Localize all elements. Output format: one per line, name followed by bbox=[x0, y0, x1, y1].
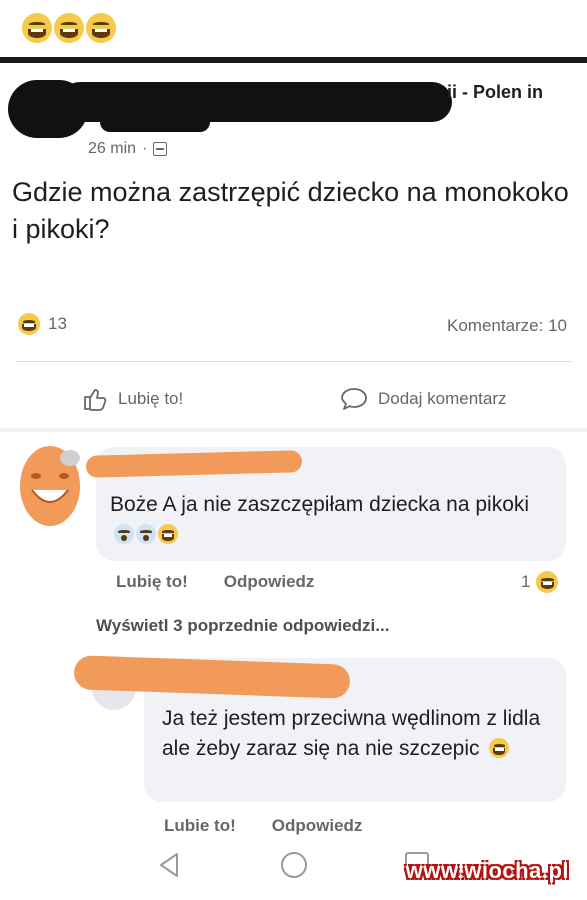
reaction-summary[interactable]: 13 bbox=[18, 313, 67, 335]
like-button[interactable]: Lubię to! bbox=[82, 386, 183, 412]
comment-reaction-summary[interactable]: 1 bbox=[521, 571, 559, 593]
post-text: Gdzie można zastrzępić dziecko na monoko… bbox=[12, 177, 569, 244]
caption-emojis bbox=[22, 10, 116, 46]
comment-bubble-icon bbox=[341, 388, 367, 410]
comment-emojis bbox=[489, 738, 510, 758]
divider bbox=[15, 361, 572, 362]
watermark: www.wiocha.pl bbox=[405, 858, 569, 883]
redacted-author-name bbox=[100, 112, 210, 132]
audience-icon bbox=[153, 142, 168, 156]
comment-reply-button[interactable]: Odpowiedz bbox=[224, 572, 315, 592]
thumb-up-icon bbox=[84, 389, 107, 411]
post-actions: Lubię to! Dodaj komentarz bbox=[0, 378, 587, 422]
grinning-sweat-emoji-icon bbox=[54, 13, 84, 43]
view-previous-replies-link[interactable]: Wyświetl 3 poprzednie odpowiedzi... bbox=[96, 616, 389, 636]
comment-reply-button[interactable]: Odpowiedz bbox=[272, 816, 363, 836]
grinning-sweat-emoji-icon bbox=[158, 524, 178, 544]
back-icon[interactable] bbox=[158, 852, 180, 878]
home-icon[interactable] bbox=[281, 852, 307, 878]
comment-text: Boże A ja nie zaszczępiłam dziecka na pi… bbox=[110, 490, 550, 550]
grinning-sweat-emoji-icon bbox=[489, 738, 510, 758]
comment-like-button[interactable]: Lubie to! bbox=[164, 816, 236, 836]
haha-reaction-icon bbox=[18, 313, 40, 335]
comment-button[interactable]: Dodaj komentarz bbox=[340, 386, 507, 412]
post-meta: 26 min · bbox=[88, 140, 168, 158]
meta-separator: · bbox=[142, 140, 148, 157]
post-time[interactable]: 26 min bbox=[88, 140, 136, 158]
divider bbox=[0, 428, 587, 432]
comment-label: Dodaj komentarz bbox=[378, 389, 507, 408]
like-label: Lubię to! bbox=[118, 389, 184, 408]
comment-body: Ja też jestem przeciwna wędlinom z lidla… bbox=[162, 707, 541, 760]
comment-body: Boże A ja nie zaszczępiłam dziecka na pi… bbox=[110, 493, 530, 516]
grinning-sweat-emoji-icon bbox=[86, 13, 116, 43]
comments-count[interactable]: Komentarze: 10 bbox=[447, 316, 567, 336]
author-suffix[interactable]: ii - Polen in bbox=[447, 82, 543, 103]
comment-emojis bbox=[114, 524, 178, 544]
comment-actions: Lubię to! Odpowiedz bbox=[116, 572, 314, 592]
comment-reaction-count: 1 bbox=[521, 572, 531, 591]
grinning-sweat-emoji-icon bbox=[22, 13, 52, 43]
divider bbox=[0, 57, 587, 63]
scream-emoji-icon bbox=[114, 524, 134, 544]
scream-emoji-icon bbox=[136, 524, 156, 544]
comment-actions: Lubie to! Odpowiedz bbox=[164, 816, 362, 836]
haha-reaction-icon bbox=[536, 571, 559, 593]
avatar[interactable] bbox=[18, 440, 82, 528]
comment-like-button[interactable]: Lubię to! bbox=[116, 572, 188, 592]
comment-text: Ja też jestem przeciwna wędlinom z lidla… bbox=[162, 704, 562, 764]
reaction-count: 13 bbox=[48, 314, 67, 333]
